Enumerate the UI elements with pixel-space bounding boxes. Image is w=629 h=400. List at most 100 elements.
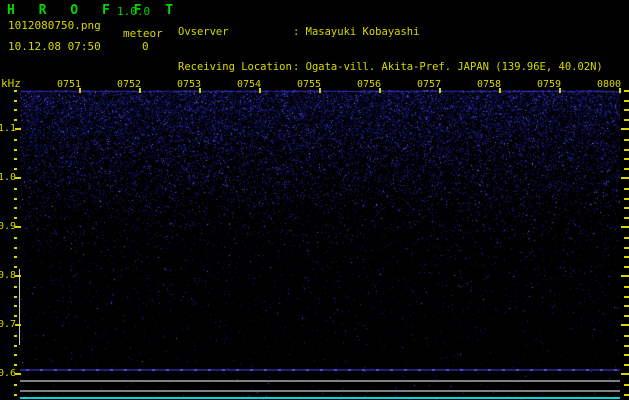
freq-minor-tick (14, 139, 17, 141)
freq-minor-tick (14, 335, 17, 337)
right-freq-minor-tick (624, 296, 629, 298)
right-freq-minor-tick (624, 286, 629, 288)
station-info-label: Receiving Location (178, 60, 292, 73)
freq-major-tick (15, 128, 21, 130)
freq-minor-tick (14, 168, 17, 170)
freq-minor-tick (14, 100, 17, 102)
right-freq-minor-tick (624, 100, 629, 102)
observation-datetime: 10.12.08 07:50 (8, 40, 101, 53)
freq-tick-label: 0.8 (0, 270, 16, 281)
freq-minor-tick (14, 109, 17, 111)
time-tick (439, 88, 441, 93)
freq-major-tick (15, 324, 21, 326)
freq-major-tick (15, 226, 21, 228)
freq-minor-tick (14, 394, 17, 396)
time-tick (199, 88, 201, 93)
app-title: H R O F F T (7, 3, 182, 18)
right-freq-minor-tick (624, 237, 629, 239)
freq-minor-tick (14, 247, 17, 249)
freq-tick-label: 1.1 (0, 123, 16, 134)
time-tick (619, 88, 621, 93)
right-freq-minor-tick (624, 247, 629, 249)
right-freq-minor-tick (624, 188, 629, 190)
freq-minor-tick (14, 198, 17, 200)
freq-minor-tick (14, 119, 17, 121)
right-freq-minor-tick (624, 168, 629, 170)
right-freq-minor-tick (624, 345, 629, 347)
freq-tick-label: 1.0 (0, 172, 16, 183)
right-freq-major-tick (621, 128, 629, 130)
freq-minor-tick (14, 266, 17, 268)
echo-count: 0 (142, 40, 149, 53)
right-freq-minor-tick (624, 266, 629, 268)
freq-minor-tick (14, 237, 17, 239)
right-freq-minor-tick (624, 305, 629, 307)
freq-minor-tick (14, 90, 17, 92)
freq-minor-tick (14, 364, 17, 366)
right-freq-minor-tick (624, 158, 629, 160)
right-freq-minor-tick (624, 315, 629, 317)
right-freq-minor-tick (624, 139, 629, 141)
freq-minor-tick (14, 286, 17, 288)
right-freq-minor-tick (624, 149, 629, 151)
spectrogram-noise (20, 90, 620, 400)
station-info-row: Ovserver : Masayuki Kobayashi (178, 27, 603, 39)
right-freq-minor-tick (624, 384, 629, 386)
station-info-value: : Masayuki Kobayashi (293, 26, 420, 39)
right-freq-minor-tick (624, 119, 629, 121)
time-tick (319, 88, 321, 93)
station-info-label: Ovserver (178, 26, 229, 39)
freq-minor-tick (14, 207, 17, 209)
level-scale-line-upper (20, 380, 620, 382)
time-tick (499, 88, 501, 93)
freq-minor-tick (14, 256, 17, 258)
level-scale-line-lower (20, 390, 620, 392)
freq-minor-tick (14, 158, 17, 160)
right-freq-minor-tick (624, 354, 629, 356)
station-info-row: Receiving Location: Ogata-vill. Akita-Pr… (178, 60, 603, 74)
observation-mode: meteor (123, 27, 163, 40)
baseline-cyan-line (20, 397, 620, 399)
freq-major-tick (15, 177, 21, 179)
right-freq-minor-tick (624, 256, 629, 258)
freq-minor-tick (14, 188, 17, 190)
time-tick (559, 88, 561, 93)
freq-major-tick (15, 373, 21, 375)
right-freq-major-tick (621, 177, 629, 179)
time-tick (79, 88, 81, 93)
freq-minor-tick (14, 296, 17, 298)
output-filename: 1012080750.png (8, 19, 101, 32)
freq-minor-tick (14, 345, 17, 347)
freq-major-tick (15, 275, 21, 277)
freq-tick-label: 0.7 (0, 319, 16, 330)
level-trace-line (20, 369, 620, 371)
right-freq-minor-tick (624, 394, 629, 396)
freq-minor-tick (14, 354, 17, 356)
right-freq-major-tick (621, 275, 629, 277)
left-marker-line (19, 269, 20, 345)
freq-minor-tick (14, 149, 17, 151)
right-freq-minor-tick (624, 207, 629, 209)
right-freq-minor-tick (624, 109, 629, 111)
right-freq-minor-tick (624, 198, 629, 200)
right-freq-minor-tick (624, 90, 629, 92)
khz-unit-label: kHz (1, 77, 21, 90)
freq-minor-tick (14, 384, 17, 386)
right-freq-minor-tick (624, 217, 629, 219)
right-freq-major-tick (621, 373, 629, 375)
station-info-value: : Ogata-vill. Akita-Pref. JAPAN (139.96E… (293, 60, 603, 73)
time-tick (139, 88, 141, 93)
freq-minor-tick (14, 217, 17, 219)
freq-tick-label: 0.6 (0, 368, 16, 379)
freq-tick-label: 0.9 (0, 221, 16, 232)
hrofft-screen: H R O F F T 1.0.0 1012080750.png meteor … (0, 0, 629, 400)
app-version: 1.0.0 (117, 5, 151, 18)
freq-minor-tick (14, 315, 17, 317)
right-freq-major-tick (621, 226, 629, 228)
right-freq-minor-tick (624, 335, 629, 337)
time-tick (259, 88, 261, 93)
right-freq-major-tick (621, 324, 629, 326)
freq-minor-tick (14, 305, 17, 307)
time-tick (379, 88, 381, 93)
right-freq-minor-tick (624, 364, 629, 366)
